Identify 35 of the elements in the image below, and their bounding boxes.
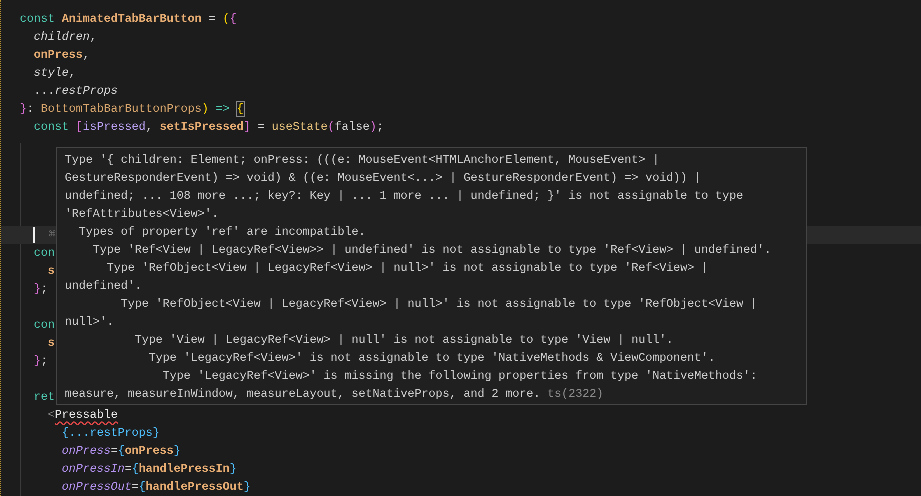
text-cursor	[33, 227, 35, 243]
code-line: };	[32, 281, 48, 298]
code-line: const AnimatedTabBarButton = ({	[20, 11, 237, 28]
code-line: onPress,	[32, 47, 90, 64]
code-line: <Pressable	[46, 407, 118, 424]
tooltip-line: Type 'LegacyRef<View>' is not assignable to type 'NativeMethods & ViewComponent'.	[148, 350, 716, 367]
tooltip-line: GestureResponderEvent) => void) & ((e: MouseEvent<...> | GestureResponderEvent) => void)) |	[65, 170, 702, 187]
tooltip-line: Type 'RefObject<View | LegacyRef<View> | null>' is not assignable to type 'RefObject<View |	[120, 296, 758, 313]
code-line: s	[46, 263, 55, 280]
code-line: };	[32, 353, 48, 370]
code-line: onPressOut={handlePressOut}	[60, 479, 251, 496]
code-line: const [isPressed, setIsPressed] = useState(false);	[32, 119, 384, 136]
tooltip-line: undefined; ... 108 more ...; key?: Key | ... 1 more ... | undefined; }' is not assignable to type	[65, 188, 744, 205]
code-line: con	[32, 245, 55, 262]
tooltip-line: 'RefAttributes<View>'.	[65, 206, 219, 223]
code-line: children,	[32, 29, 97, 46]
code-line: }: BottomTabBarButtonProps) => {	[20, 101, 244, 118]
code-line: onPressIn={handlePressIn}	[60, 461, 237, 478]
code-line: con	[32, 317, 55, 334]
code-line: style,	[32, 65, 76, 82]
tooltip-line: Type '{ children: Element; onPress: (((e: MouseEvent<HTMLAnchorElement, MouseEvent> |	[65, 152, 660, 169]
tooltip-line: Type 'RefObject<View | LegacyRef<View> | null>' is not assignable to type 'Ref<View> |	[106, 260, 709, 277]
tooltip-line: Type 'View | LegacyRef<View> | null' is not assignable to type 'View | null'.	[134, 332, 674, 349]
code-line: onPress={onPress}	[60, 443, 181, 460]
tooltip-line: Type 'LegacyRef<View>' is missing the following properties from type 'NativeMethods':	[162, 368, 758, 385]
code-line: {...restProps}	[60, 425, 160, 442]
tooltip-line: undefined'.	[65, 278, 142, 295]
tooltip-line: measure, measureInWindow, measureLayout, setNativeProps, and 2 more. ts(2322)	[65, 386, 604, 403]
code-line: ...restProps	[32, 83, 118, 100]
code-line: ⌘	[49, 227, 56, 244]
tooltip-line: Type 'Ref<View | LegacyRef<View>> | undefined' is not assignable to type 'Ref<View> | undefined'.	[92, 242, 772, 259]
tooltip-line: null>'.	[65, 314, 114, 331]
code-line: s	[46, 335, 55, 352]
code-line: ret	[32, 389, 55, 406]
tooltip-line: Types of property 'ref' are incompatible.	[78, 224, 366, 241]
